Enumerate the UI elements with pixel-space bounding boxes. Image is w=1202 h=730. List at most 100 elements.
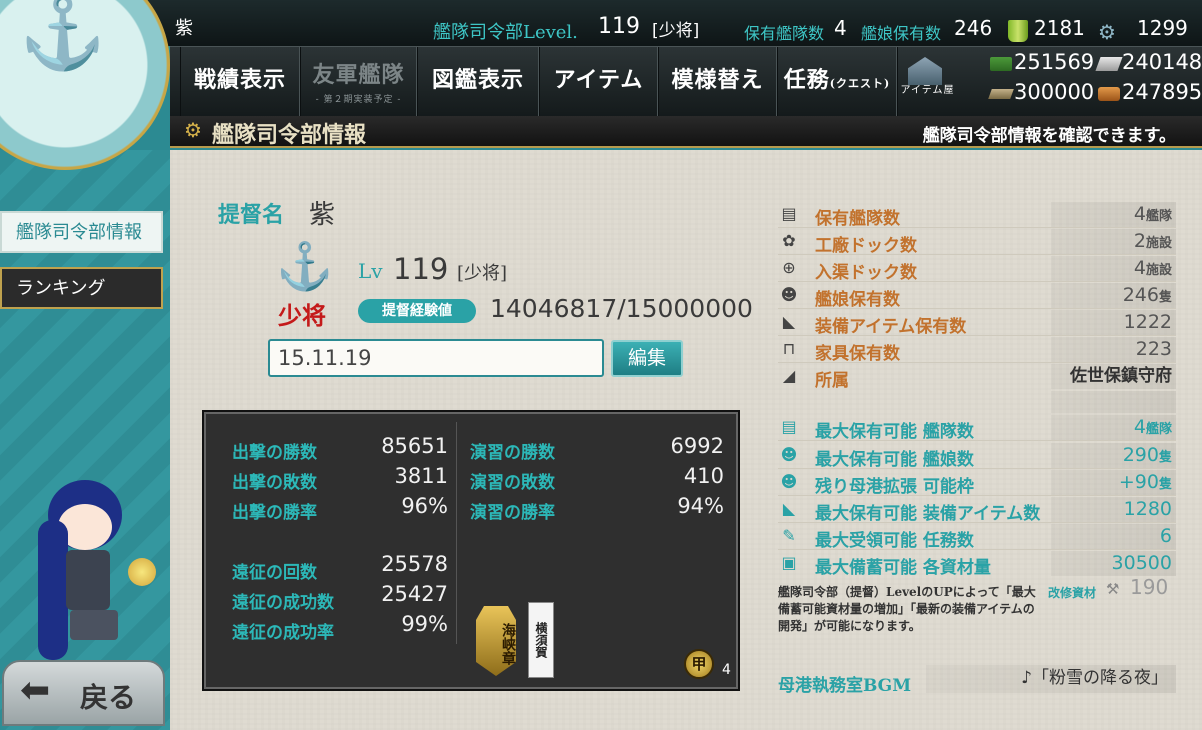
chibi-hair-long <box>38 520 68 660</box>
fleets-owned-value: 4艦隊 <box>1051 202 1176 227</box>
exp-badge: 提督経験値 <box>358 299 476 323</box>
max-shipgirls-number: 290 <box>1122 444 1159 466</box>
exercise-rate-label: 演習の勝率 <box>470 503 555 523</box>
max-fleets-label: 最大保有可能 艦隊数 <box>815 422 974 442</box>
stats-divider <box>456 422 457 644</box>
anchor-icon: ⚓ <box>276 239 334 293</box>
expedition-success-value: 25427 <box>381 582 448 606</box>
port-expansion-number: +90 <box>1118 471 1159 493</box>
kaishu-value: 190 <box>1130 575 1169 599</box>
kou-medal-icon: 甲 <box>684 649 714 679</box>
edit-button[interactable]: 編集 <box>611 340 683 377</box>
row-divider <box>778 254 1176 255</box>
build-docks-label: 工廠ドック数 <box>815 236 917 256</box>
nav-quests[interactable]: 任務(クエスト) <box>777 47 897 117</box>
furniture-icon: ⊓ <box>782 339 796 358</box>
port-expansion-value: +90隻 <box>1051 470 1176 495</box>
nav-items[interactable]: アイテム <box>539 47 658 117</box>
rank-label: [少将] <box>652 21 700 41</box>
repair-dock-icon: ⊕ <box>782 258 796 277</box>
section-title: 艦隊司令部情報 <box>212 122 367 148</box>
nav-friend-fleet-sub: - 第２期実装予定 - <box>315 95 402 105</box>
fleets-owned-unit: 艦隊 <box>1145 209 1172 224</box>
sortie-losses-value: 3811 <box>394 464 448 488</box>
max-quests-label: 最大受領可能 任務数 <box>815 531 974 551</box>
section-header: ⚙ 艦隊司令部情報 艦隊司令部情報を確認できます。 <box>170 116 1202 148</box>
wrench-icon: ⚒ <box>1106 580 1120 598</box>
comment-input[interactable]: 15.11.19 <box>268 339 604 377</box>
nav-record[interactable]: 戦績表示 <box>180 47 300 117</box>
steel-icon <box>988 89 1014 99</box>
exercise-wins-value: 6992 <box>670 434 724 458</box>
sortie-rate-value: 96% <box>401 494 448 518</box>
hq-level-value: 119 <box>598 14 640 39</box>
bauxite-value: 247895 <box>1122 80 1202 104</box>
kou-medal-symbol: 甲 <box>691 655 707 673</box>
medal-ribbon: 横須賀 <box>528 602 554 678</box>
chibi-ornament <box>128 558 156 586</box>
ships-count: 246 <box>954 16 993 40</box>
storage-icon: ▣ <box>781 553 797 572</box>
repair-docks-unit: 施設 <box>1145 263 1172 278</box>
nav-quests-label: 任務 <box>783 67 830 93</box>
nav-items-label: アイテム <box>553 67 644 93</box>
left-sidebar: 艦隊司令部情報 ランキング <box>0 150 170 730</box>
max-resources-number: 30500 <box>1111 552 1172 574</box>
top-status-bar: 紫 艦隊司令部Level. 119 [少将] 保有艦隊数 4 艦娘保有数 246… <box>0 0 1202 46</box>
fleets-owned-label: 保有艦隊数 <box>815 209 900 229</box>
shipgirls-owned-label: 艦娘保有数 <box>815 290 900 310</box>
sortie-wins-label: 出撃の勝数 <box>232 443 317 463</box>
sortie-wins-value: 85651 <box>381 434 448 458</box>
nav-furniture[interactable]: 模様替え <box>658 47 777 117</box>
ships-label: 艦娘保有数 <box>861 24 942 43</box>
equipment-owned-label: 装備アイテム保有数 <box>815 317 967 337</box>
bgm-select[interactable]: ♪「粉雪の降る夜」 <box>926 665 1176 693</box>
max-fleets-unit: 艦隊 <box>1145 422 1172 437</box>
fuel-icon <box>990 57 1012 71</box>
max-equipment-value: 1280 <box>1051 497 1176 522</box>
row-divider <box>778 281 1176 282</box>
medal-kaikyo: 海峡章 <box>476 606 516 676</box>
rank-badge-text: 少将 <box>278 301 326 330</box>
medal-kaikyo-text: 海峡章 <box>500 623 516 665</box>
repair-docks-number: 4 <box>1133 257 1146 279</box>
bauxite-icon <box>1098 87 1120 101</box>
hq-emblem: ⚓ <box>0 0 170 170</box>
ammo-icon <box>1095 57 1123 71</box>
max-shipgirls-value: 290隻 <box>1051 443 1176 468</box>
secretary-chibi <box>30 470 156 660</box>
nav-friend-fleet: 友軍艦隊 - 第２期実装予定 - <box>300 47 417 117</box>
row-divider <box>778 468 1176 469</box>
battle-stats-box: 出撃の勝数 85651 出撃の敗数 3811 出撃の勝率 96% 演習の勝数 6… <box>202 410 740 691</box>
back-button[interactable]: ⬅ 戻る <box>2 660 165 726</box>
player-name: 紫 <box>175 18 193 39</box>
furniture-owned-value: 223 <box>1051 337 1176 362</box>
expedition-rate-label: 遠征の成功率 <box>232 623 334 643</box>
edit-button-label: 編集 <box>627 347 666 369</box>
max-shipgirls-unit: 隻 <box>1158 450 1172 465</box>
rank-insignia: ⚓ 少将 <box>262 238 342 330</box>
shipgirl-icon: ☻ <box>780 285 798 304</box>
medal-ribbon-text: 横須賀 <box>534 622 548 658</box>
comment-text: 15.11.19 <box>278 346 372 370</box>
max-shipgirl-icon: ☻ <box>780 445 798 464</box>
back-arrow-icon: ⬅ <box>20 670 51 711</box>
row-divider <box>778 308 1176 309</box>
row-divider <box>778 495 1176 496</box>
nav-item-shop[interactable]: アイテム屋 <box>897 47 957 117</box>
expansion-icon: ☻ <box>780 472 798 491</box>
exercise-losses-label: 演習の敗数 <box>470 473 555 493</box>
nav-furniture-label: 模様替え <box>671 67 764 93</box>
expedition-count-value: 25578 <box>381 552 448 576</box>
exp-value: 14046817/15000000 <box>490 294 753 323</box>
lv-rank: [少将] <box>457 263 508 284</box>
nav-library-label: 図鑑表示 <box>431 67 524 93</box>
max-equipment-number: 1280 <box>1123 498 1172 520</box>
emblem-glyph: ⚓ <box>19 0 107 74</box>
exercise-wins-label: 演習の勝数 <box>470 443 555 463</box>
sidebar-item-ranking[interactable]: ランキング <box>0 267 163 309</box>
nav-library[interactable]: 図鑑表示 <box>417 47 539 117</box>
affiliation-text: 佐世保鎮守府 <box>1070 366 1172 386</box>
furniture-owned-label: 家具保有数 <box>815 344 900 364</box>
sidebar-item-hq-info[interactable]: 艦隊司令部情報 <box>0 211 163 253</box>
